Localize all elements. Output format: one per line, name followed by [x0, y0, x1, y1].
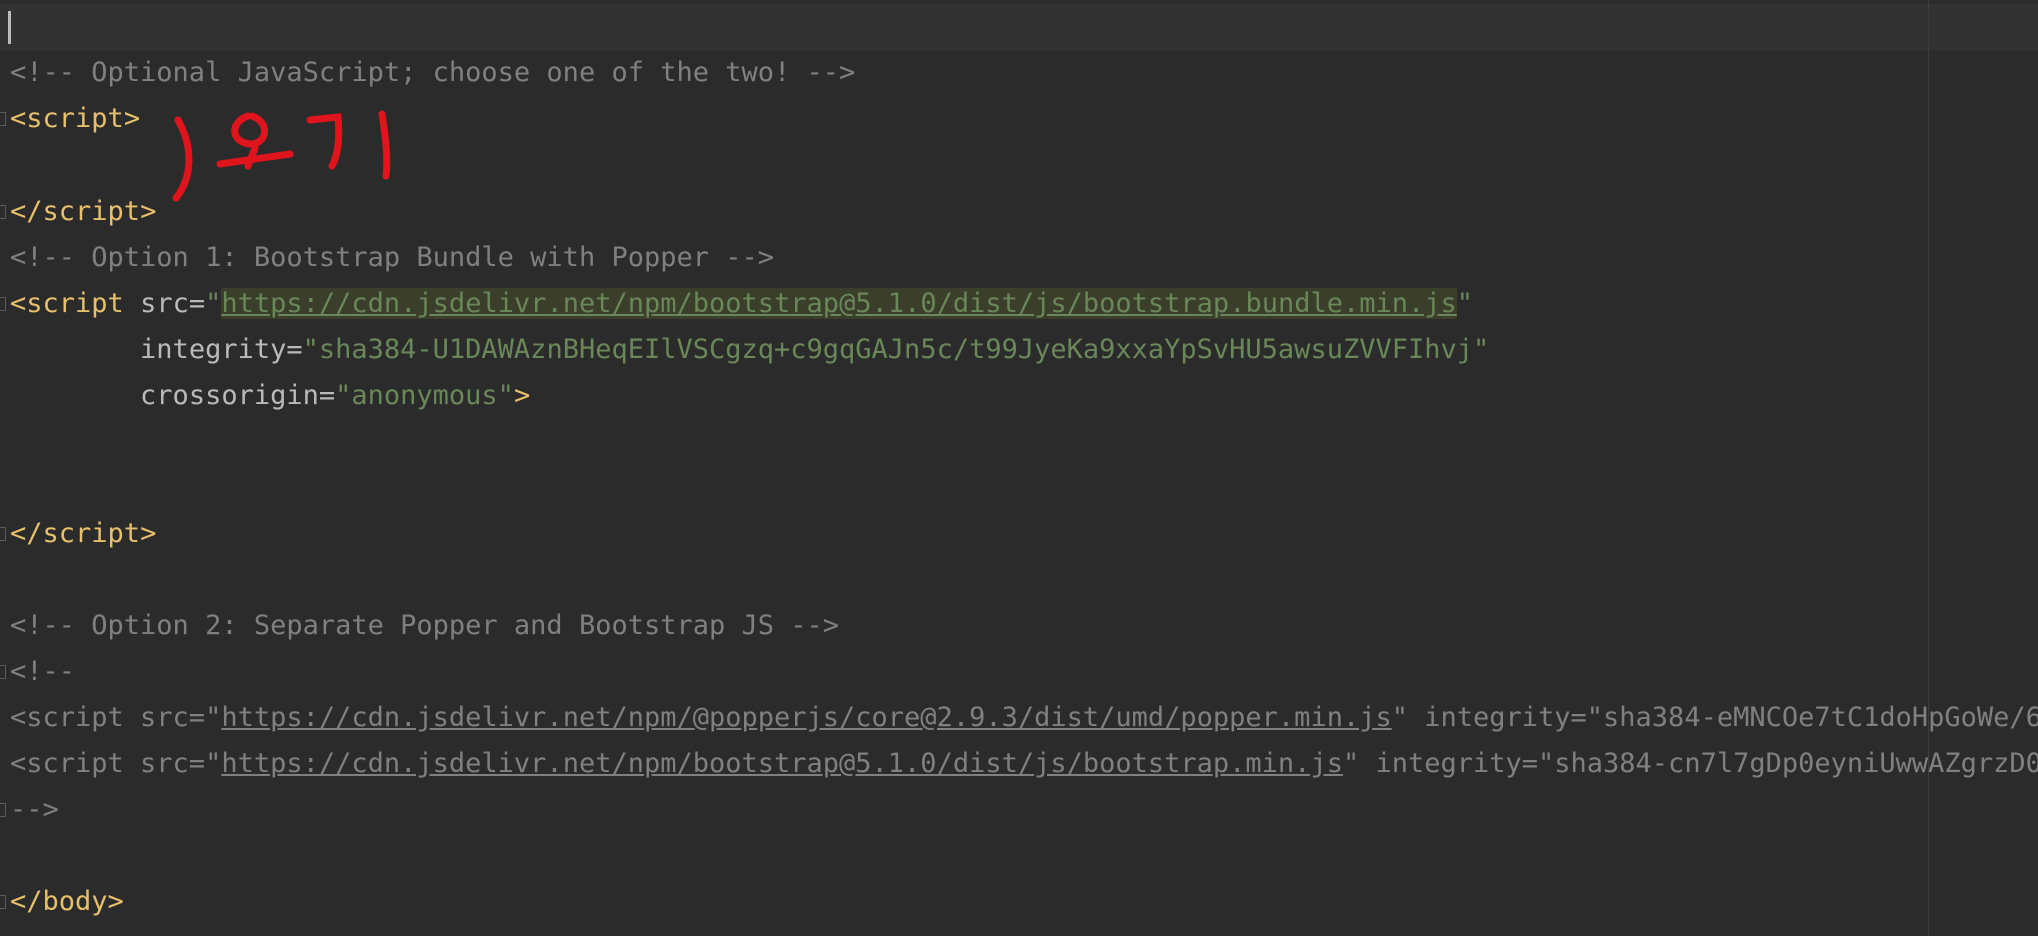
- tag-name: body: [42, 886, 108, 917]
- attribute-src: src=: [123, 288, 206, 319]
- code-line-integrity[interactable]: integrity="sha384-U1DAWAznBHeqEIlVSCgzq+…: [10, 327, 1489, 373]
- integrity-value: "sha384-U1DAWAznBHeqEIlVSCgzq+c9gqGAJn5c…: [302, 334, 1490, 365]
- code-line-comment-option-1[interactable]: <!-- Option 1: Bootstrap Bundle with Pop…: [10, 235, 774, 281]
- handwritten-annotation: [172, 110, 391, 202]
- string-quote: ": [1456, 288, 1474, 319]
- tag-name: script: [26, 288, 124, 319]
- code-line-comment-option-2[interactable]: <!-- Option 2: Separate Popper and Boots…: [10, 603, 839, 649]
- tag-bracket: >: [140, 196, 157, 227]
- fold-marker-icon[interactable]: [0, 803, 6, 817]
- tag-name: script: [42, 518, 141, 549]
- right-margin-guide: [1928, 0, 1929, 936]
- tag-bracket: </: [10, 518, 43, 549]
- code-line-crossorigin[interactable]: crossorigin="anonymous">: [10, 373, 530, 419]
- code-text: <script src=": [10, 702, 222, 733]
- code-line-script-open[interactable]: <script>: [10, 96, 140, 142]
- tag-bracket: </: [10, 196, 43, 227]
- current-line-highlight: [0, 4, 2038, 50]
- fold-marker-icon[interactable]: [0, 205, 6, 219]
- code-text: " integrity="sha384-cn7l7gDp0eyniUwwAZgr…: [1342, 748, 2038, 779]
- tag-bracket: >: [513, 380, 531, 411]
- code-line-bootstrap-script[interactable]: <script src="https://cdn.jsdelivr.net/np…: [10, 741, 2038, 787]
- attribute-integrity: integrity=: [140, 334, 303, 365]
- tag-bracket: </: [10, 886, 43, 917]
- fold-marker-icon[interactable]: [0, 527, 6, 541]
- text-caret: [8, 11, 11, 44]
- fold-marker-icon[interactable]: [0, 112, 6, 126]
- bootstrap-url-link[interactable]: https://cdn.jsdelivr.net/npm/bootstrap@5…: [221, 748, 1343, 779]
- code-editor[interactable]: <!-- Optional JavaScript; choose one of …: [0, 0, 2038, 936]
- code-line-script-close[interactable]: </script>: [10, 189, 156, 235]
- bundle-url-link[interactable]: https://cdn.jsdelivr.net/npm/bootstrap@5…: [221, 288, 1457, 319]
- tag-name: script: [42, 196, 141, 227]
- code-line-comment-close[interactable]: -->: [10, 787, 59, 833]
- code-line-popper-script[interactable]: <script src="https://cdn.jsdelivr.net/np…: [10, 695, 2038, 741]
- fold-marker-icon[interactable]: [0, 297, 6, 311]
- tag-name: script: [26, 103, 124, 134]
- code-line-comment-open[interactable]: <!--: [10, 649, 75, 695]
- popper-url-link[interactable]: https://cdn.jsdelivr.net/npm/@popperjs/c…: [221, 702, 1391, 733]
- tag-bracket: <: [10, 288, 27, 319]
- attribute-crossorigin: crossorigin=: [140, 380, 336, 411]
- fold-marker-icon[interactable]: [0, 895, 6, 909]
- string-quote: ": [205, 288, 222, 319]
- tag-bracket: >: [123, 103, 141, 134]
- crossorigin-value: "anonymous": [335, 380, 514, 411]
- code-line-comment-optional-js[interactable]: <!-- Optional JavaScript; choose one of …: [10, 50, 855, 96]
- fold-marker-icon[interactable]: [0, 665, 6, 679]
- tag-bracket: <: [10, 103, 27, 134]
- code-line-script-src-bundle[interactable]: <script src="https://cdn.jsdelivr.net/np…: [10, 281, 1473, 327]
- tag-bracket: >: [107, 886, 124, 917]
- code-text: " integrity="sha384-eMNCOe7tC1doHpGoWe/6…: [1391, 702, 2038, 733]
- code-line-body-close[interactable]: </body>: [10, 879, 124, 925]
- code-line-script-close-2[interactable]: </script>: [10, 511, 156, 557]
- tag-bracket: >: [140, 518, 157, 549]
- code-text: <script src=": [10, 748, 222, 779]
